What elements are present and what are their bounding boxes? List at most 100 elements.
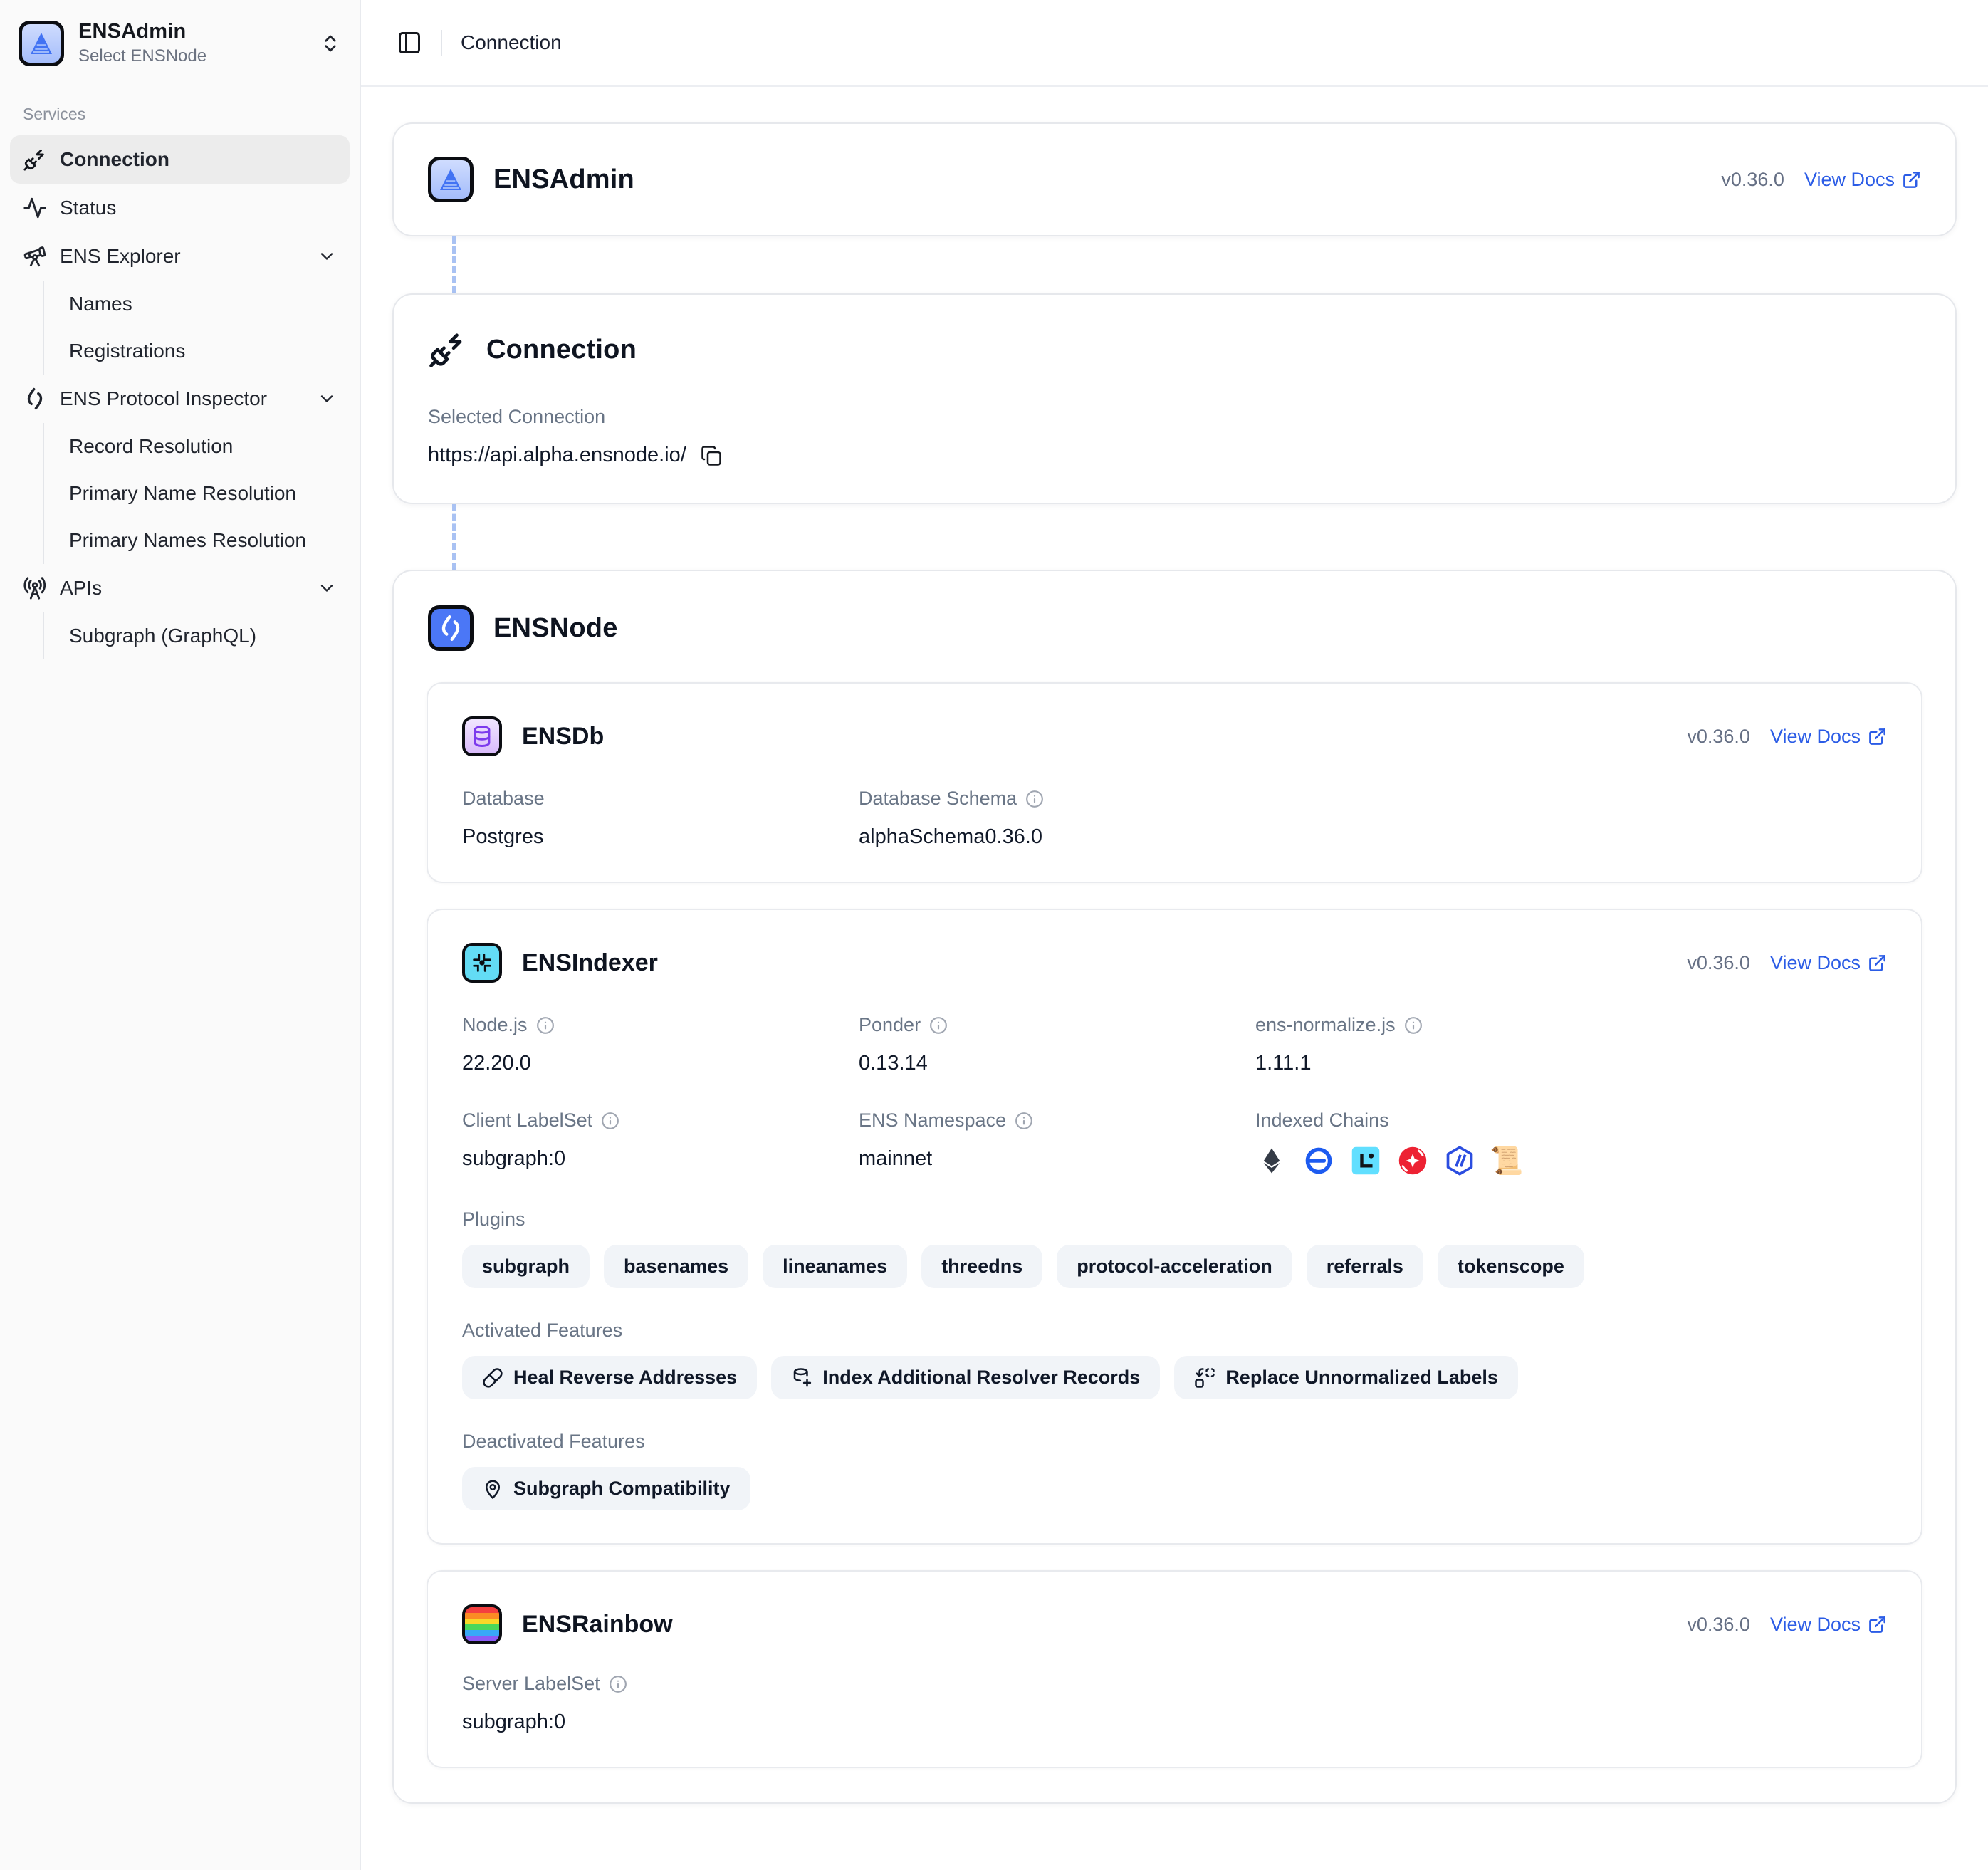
ensindexer-card: ENSIndexer v0.36.0 View Docs — [427, 909, 1922, 1545]
plug-zap-icon — [23, 147, 47, 172]
app-root: ENSAdmin Select ENSNode Services Connect… — [0, 0, 1988, 1870]
database-plus-icon — [791, 1367, 812, 1389]
feature-badge-heal-reverse-addresses: Heal Reverse Addresses — [462, 1356, 757, 1399]
sidebar-toggle-icon[interactable] — [397, 30, 422, 56]
feature-badge-index-additional-resolver-records: Index Additional Resolver Records — [771, 1356, 1160, 1399]
ensnode-icon — [428, 605, 474, 651]
plugin-badge: subgraph — [462, 1245, 590, 1288]
plugin-badge: protocol-acceleration — [1057, 1245, 1292, 1288]
ensdb-view-docs-link[interactable]: View Docs — [1770, 726, 1887, 748]
topbar-divider — [441, 30, 442, 56]
sidebar-item-ens-protocol-inspector[interactable]: ENS Protocol Inspector — [10, 375, 350, 423]
ensdb-card: ENSDb v0.36.0 View Docs — [427, 682, 1922, 883]
apis-subgroup: Subgraph (GraphQL) — [43, 612, 350, 659]
sidebar-item-primary-name-resolution[interactable]: Primary Name Resolution — [44, 470, 350, 517]
replace-icon — [1194, 1367, 1215, 1389]
database-schema-value: alphaSchema0.36.0 — [859, 825, 1255, 849]
external-link-icon — [1868, 727, 1887, 746]
linea-chain-icon — [1349, 1144, 1382, 1177]
card-connector — [452, 504, 456, 570]
ens-mark-icon — [23, 387, 47, 411]
database-field: Database Postgres — [462, 788, 859, 849]
card-connector — [452, 236, 456, 293]
ensrainbow-card: ENSRainbow v0.36.0 View Docs — [427, 1570, 1922, 1768]
external-link-icon — [1868, 954, 1887, 973]
plugin-badge: threedns — [921, 1245, 1042, 1288]
info-icon[interactable] — [601, 1112, 619, 1130]
indexed-chains-field: Indexed Chains — [1255, 1109, 1887, 1177]
ens-namespace-field: ENS Namespace mainnet — [859, 1109, 1255, 1177]
ensrainbow-view-docs-link[interactable]: View Docs — [1770, 1614, 1887, 1636]
ensindexer-title: ENSIndexer — [522, 949, 658, 977]
sidebar-item-ens-explorer[interactable]: ENS Explorer — [10, 232, 350, 281]
radio-tower-icon — [23, 576, 47, 600]
ensadmin-card-icon — [428, 157, 474, 202]
deactivated-features-label: Deactivated Features — [462, 1431, 1887, 1453]
ensnode-card-title: ENSNode — [493, 613, 618, 644]
external-link-icon — [1868, 1615, 1887, 1634]
ensadmin-view-docs-link[interactable]: View Docs — [1804, 169, 1921, 191]
ensrainbow-icon — [462, 1604, 502, 1644]
ensrainbow-title: ENSRainbow — [522, 1611, 673, 1639]
plugin-badge: referrals — [1307, 1245, 1423, 1288]
sidebar-item-label: APIs — [60, 577, 102, 600]
scroll-chain-icon: 📜 — [1490, 1144, 1523, 1177]
ethereum-chain-icon — [1255, 1144, 1288, 1177]
feature-badge-subgraph-compatibility: Subgraph Compatibility — [462, 1467, 750, 1510]
info-icon[interactable] — [1404, 1016, 1423, 1035]
client-labelset-field: Client LabelSet subgraph:0 — [462, 1109, 859, 1177]
selected-connection-value: https://api.alpha.ensnode.io/ — [428, 444, 1921, 467]
inspector-subgroup: Record Resolution Primary Name Resolutio… — [43, 423, 350, 564]
page-content: ENSAdmin v0.36.0 View Docs — [361, 87, 1988, 1870]
external-link-icon — [1902, 170, 1921, 189]
copy-icon[interactable] — [701, 445, 722, 466]
sidebar-section-label: Services — [23, 105, 350, 124]
chevron-down-icon[interactable] — [317, 578, 337, 598]
server-labelset-value: subgraph:0 — [462, 1710, 859, 1734]
sidebar-item-registrations[interactable]: Registrations — [44, 328, 350, 375]
chevron-down-icon[interactable] — [317, 389, 337, 409]
activated-features-row: Heal Reverse Addresses Index Additional … — [462, 1356, 1887, 1399]
ensadmin-card-title: ENSAdmin — [493, 164, 634, 195]
connection-card-title: Connection — [486, 335, 637, 365]
connection-card: Connection Selected Connection https://a… — [392, 293, 1957, 504]
sidebar-item-names[interactable]: Names — [44, 281, 350, 328]
telescope-icon — [23, 244, 47, 268]
topbar: Connection — [361, 0, 1988, 87]
sidebar-item-connection[interactable]: Connection — [10, 135, 350, 184]
sidebar-item-label: ENS Explorer — [60, 245, 181, 268]
info-icon[interactable] — [609, 1675, 627, 1693]
deactivated-features-row: Subgraph Compatibility — [462, 1467, 1887, 1510]
feature-badge-replace-unnormalized-labels: Replace Unnormalized Labels — [1174, 1356, 1518, 1399]
sidebar-item-status[interactable]: Status — [10, 184, 350, 232]
info-icon[interactable] — [1025, 790, 1044, 808]
indexed-chains-row: 📜 — [1255, 1144, 1887, 1177]
sidebar-item-primary-names-resolution[interactable]: Primary Names Resolution — [44, 517, 350, 564]
chevron-down-icon[interactable] — [317, 246, 337, 266]
chevrons-up-down-icon[interactable] — [320, 33, 341, 54]
ensindexer-view-docs-link[interactable]: View Docs — [1770, 952, 1887, 974]
ensdb-version: v0.36.0 — [1687, 726, 1750, 748]
sidebar-item-subgraph-graphql[interactable]: Subgraph (GraphQL) — [44, 612, 350, 659]
ensadmin-logo-icon — [19, 21, 64, 66]
info-icon[interactable] — [536, 1016, 555, 1035]
sidebar-item-record-resolution[interactable]: Record Resolution — [44, 423, 350, 470]
ensrainbow-version: v0.36.0 — [1687, 1614, 1750, 1636]
sidebar-item-apis[interactable]: APIs — [10, 564, 350, 612]
arbitrum-chain-icon — [1443, 1144, 1476, 1177]
info-icon[interactable] — [929, 1016, 948, 1035]
plugin-badge: lineanames — [763, 1245, 907, 1288]
sidebar-item-label: Status — [60, 197, 116, 219]
activated-features-label: Activated Features — [462, 1320, 1887, 1342]
map-pin-icon — [482, 1478, 503, 1500]
ensdb-title: ENSDb — [522, 723, 604, 751]
app-subtitle: Select ENSNode — [78, 46, 305, 66]
breadcrumb: Connection — [461, 31, 562, 54]
ensindexer-version: v0.36.0 — [1687, 952, 1750, 974]
ensnode-selector[interactable]: ENSAdmin Select ENSNode — [10, 16, 350, 70]
connection-url: https://api.alpha.ensnode.io/ — [428, 444, 686, 467]
app-title: ENSAdmin — [78, 20, 305, 43]
pill-icon — [482, 1367, 503, 1389]
info-icon[interactable] — [1015, 1112, 1033, 1130]
ponder-field: Ponder 0.13.14 — [859, 1014, 1255, 1075]
